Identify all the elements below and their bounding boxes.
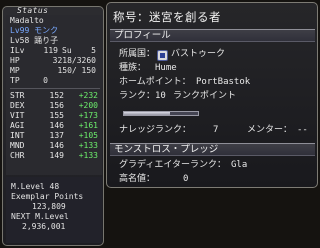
- stat-base: 146: [49, 141, 64, 150]
- next-master-level-label: NEXT M.Level: [11, 212, 69, 221]
- rank-points-bar: [123, 111, 199, 116]
- character-name: Madalto: [10, 16, 44, 25]
- stats-panel: Madalto Lv99 モンク Lv58 踊り子 ILv 119 Su 5 H…: [6, 15, 102, 175]
- mentor-value: --: [297, 125, 308, 135]
- gladiator-rank-value: Gla: [231, 160, 248, 170]
- stat-row-vit: VIT 155 +173: [10, 111, 100, 121]
- nation-flag-icon: [157, 50, 168, 61]
- mp-label: MP: [10, 66, 20, 75]
- stat-label: AGI: [10, 121, 25, 130]
- race-label: 種族：: [119, 63, 147, 73]
- stat-bonus: +105: [78, 131, 98, 140]
- stat-base: 155: [49, 111, 64, 120]
- stat-bonus: +173: [78, 111, 98, 120]
- support-job: Lv58 踊り子: [10, 36, 59, 45]
- stat-base: 149: [49, 151, 64, 160]
- nation-value: バストゥーク: [171, 49, 226, 59]
- exemplar-label: Exemplar Points: [11, 192, 84, 201]
- stat-row-mnd: MND 146 +133: [10, 141, 100, 151]
- mentor-label: メンター：: [247, 125, 293, 135]
- stat-row-chr: CHR 149 +133: [10, 151, 100, 161]
- stat-bonus: +200: [78, 101, 98, 110]
- nation-label: 所属国：: [119, 49, 156, 59]
- superior-label: Su: [62, 46, 72, 55]
- status-window-title: Status: [17, 6, 49, 15]
- next-master-level-value: 2,936,001: [22, 222, 66, 231]
- tp-label: TP: [10, 76, 20, 85]
- section-header-monstrous-pledge: モンストロス・プレッジ: [110, 143, 315, 156]
- stat-bonus: +232: [78, 91, 98, 100]
- home-point-value: PortBastok: [196, 77, 251, 87]
- stat-label: MND: [10, 141, 25, 150]
- exemplar-value: 123,809: [32, 202, 66, 211]
- item-level-value: 119: [43, 46, 58, 55]
- stat-bonus: +161: [78, 121, 98, 130]
- home-point-label: ホームポイント：: [119, 77, 191, 87]
- rank-label: ランク：: [119, 91, 156, 101]
- stat-bonus: +133: [78, 151, 98, 160]
- high-name-value: 0: [183, 174, 189, 184]
- stat-label: VIT: [10, 111, 25, 120]
- knowledge-rank-label: ナレッジランク：: [119, 125, 192, 135]
- stat-base: 137: [49, 131, 64, 140]
- stat-label: CHR: [10, 151, 25, 160]
- stat-bonus: +133: [78, 141, 98, 150]
- stat-label: DEX: [10, 101, 25, 110]
- stat-base: 146: [49, 121, 64, 130]
- gladiator-rank-label: グラディエイターランク：: [119, 160, 227, 170]
- stat-row-str: STR 152 +232: [10, 91, 100, 101]
- superior-value: 5: [91, 46, 96, 55]
- section-header-profile: プロフィール: [110, 29, 315, 42]
- rank-points-bar-fill: [124, 112, 170, 115]
- stat-label: INT: [10, 131, 25, 140]
- stat-label: STR: [10, 91, 25, 100]
- status-window: Status Madalto Lv99 モンク Lv58 踊り子 ILv 119…: [2, 6, 104, 246]
- rank-points-label: ランクポイント: [173, 91, 237, 101]
- item-level-label: ILv: [10, 46, 25, 55]
- master-level-panel: M.Level 48 Exemplar Points 123,809 NEXT …: [6, 177, 102, 243]
- tp-value: 0: [43, 76, 48, 85]
- hp-value: 3218/3260: [52, 56, 96, 65]
- race-value: Hume: [155, 63, 177, 73]
- stats-divider: [10, 88, 100, 89]
- stat-row-int: INT 137 +105: [10, 131, 100, 141]
- master-level: M.Level 48: [11, 182, 60, 191]
- knowledge-rank-value: 7: [213, 125, 219, 135]
- stat-row-agi: AGI 146 +161: [10, 121, 100, 131]
- profile-window: 称号：迷宮を創る者 プロフィール 所属国： バストゥーク 種族： Hume ホー…: [106, 2, 318, 188]
- stat-base: 152: [49, 91, 64, 100]
- stat-base: 156: [49, 101, 64, 110]
- rank-value: 10: [155, 91, 166, 101]
- main-job: Lv99 モンク: [10, 26, 59, 35]
- stat-row-dex: DEX 156 +200: [10, 101, 100, 111]
- mp-value: 150/ 150: [57, 66, 96, 75]
- character-title: 称号：迷宮を創る者: [113, 10, 221, 24]
- high-name-label: 高名値：: [119, 174, 156, 184]
- hp-label: HP: [10, 56, 20, 65]
